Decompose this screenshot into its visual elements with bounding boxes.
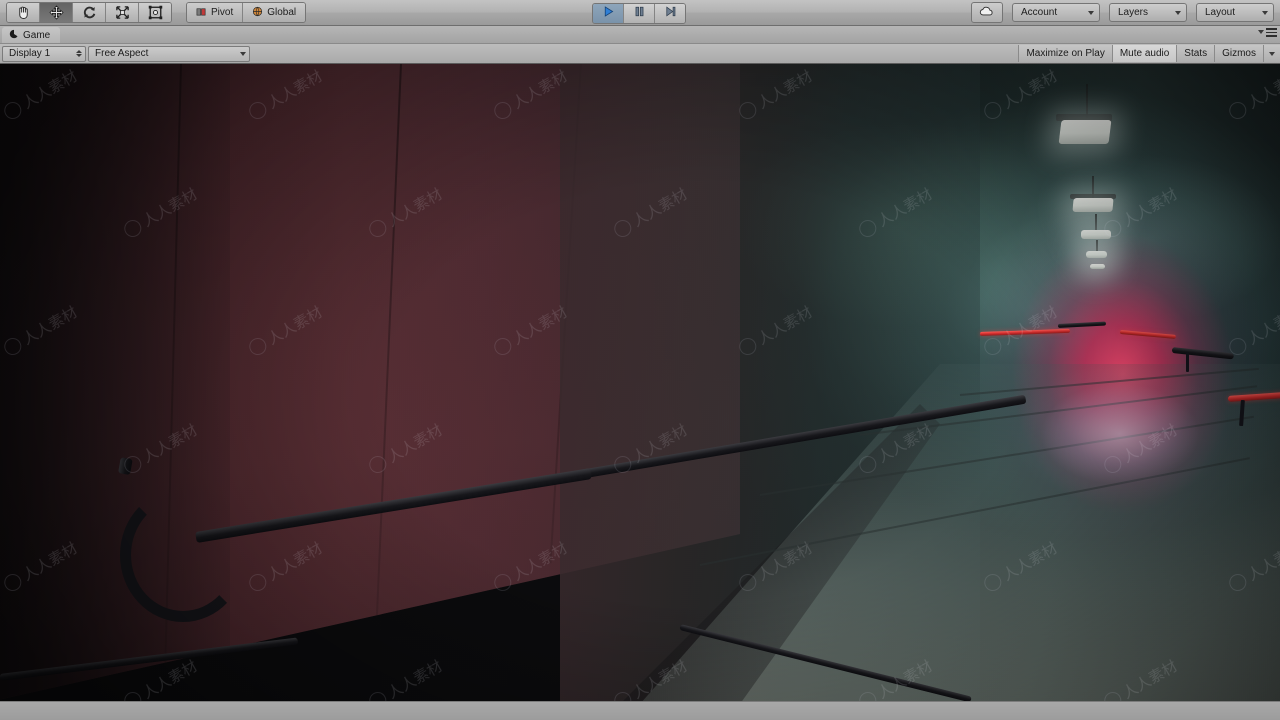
game-view-toolbar: Display 1 Free Aspect Maximize on Play M… <box>0 44 1280 64</box>
move-tool-button[interactable] <box>40 3 73 22</box>
toolbar-right-group: Account Layers Layout <box>971 2 1274 23</box>
stats-toggle[interactable]: Stats <box>1176 45 1215 62</box>
display-label: Display 1 <box>9 48 51 59</box>
stats-label: Stats <box>1184 48 1208 59</box>
hand-tool-button[interactable] <box>7 3 40 22</box>
lamp-stem <box>1096 240 1098 251</box>
watermark-ring-icon <box>1226 98 1250 123</box>
display-dropdown[interactable]: Display 1 <box>2 45 86 62</box>
gizmos-toggle[interactable]: Gizmos <box>1214 45 1263 62</box>
panel-options-button[interactable] <box>1258 28 1277 37</box>
pause-button[interactable] <box>624 4 655 23</box>
watermark-ring-icon <box>981 98 1005 123</box>
updown-arrows-icon <box>76 50 82 57</box>
handrail-pipe-curve <box>120 488 246 622</box>
transform-tools-group <box>6 2 172 23</box>
chevron-down-icon <box>240 51 246 56</box>
collab-cloud-button[interactable] <box>971 2 1003 23</box>
pivot-label: Pivot <box>211 7 234 18</box>
step-button[interactable] <box>655 4 685 23</box>
ceiling-lamp <box>1058 120 1112 144</box>
aspect-label: Free Aspect <box>95 48 149 59</box>
rotate-tool-button[interactable] <box>73 3 106 22</box>
playback-controls <box>592 3 686 24</box>
main-toolbar: Pivot Global Account Layers Layout <box>0 0 1280 26</box>
mute-audio-label: Mute audio <box>1119 48 1170 59</box>
watermark-tile-label: 人人素材 <box>999 66 1061 113</box>
maximize-on-play-label: Maximize on Play <box>1026 48 1105 59</box>
chevron-down-icon <box>1175 10 1181 15</box>
layers-dropdown[interactable]: Layers <box>1109 3 1187 22</box>
ceiling-lamp <box>1072 198 1114 212</box>
game-viewport[interactable]: 人人素材人人素材人人素材人人素材人人素材人人素材人人素材人人素材人人素材人人素材… <box>0 64 1280 704</box>
layout-label: Layout <box>1205 7 1236 18</box>
handrail-red-left <box>979 328 1071 336</box>
watermark-tile-label: 人人素材 <box>1244 66 1280 113</box>
bottom-status-bar <box>0 701 1280 720</box>
globe-icon <box>252 6 263 20</box>
watermark-tile: 人人素材 <box>1100 183 1181 242</box>
unity-editor-window: Pivot Global Account Layers Layout Game … <box>0 0 1280 720</box>
panel-tab-strip: Game <box>0 26 1280 44</box>
chevron-down-icon <box>1258 30 1264 35</box>
rect-transform-tool-button[interactable] <box>139 3 171 22</box>
rotate-icon <box>82 5 97 20</box>
watermark-ring-icon <box>981 334 1005 359</box>
tab-game-label: Game <box>23 29 51 41</box>
maximize-on-play-toggle[interactable]: Maximize on Play <box>1018 45 1112 62</box>
layers-label: Layers <box>1118 7 1149 18</box>
global-button[interactable]: Global <box>243 3 306 22</box>
lamp-stem <box>1095 214 1097 230</box>
chevron-down-icon <box>1088 10 1094 15</box>
step-icon <box>664 5 677 23</box>
pause-icon <box>633 5 646 23</box>
pivot-global-group: Pivot Global <box>186 2 307 23</box>
ceiling-lamp <box>1086 251 1107 258</box>
game-view-icon <box>9 29 19 42</box>
chevron-down-icon <box>1262 10 1268 15</box>
game-panel: Game Display 1 Free Aspect Maximize on P… <box>0 26 1280 720</box>
watermark-tile-label: 人人素材 <box>384 656 446 703</box>
tab-game[interactable]: Game <box>2 27 61 43</box>
scale-icon <box>115 5 130 20</box>
lamp-stem <box>1086 84 1088 118</box>
global-label: Global <box>267 7 297 18</box>
pivot-icon <box>196 6 207 20</box>
chevron-down-icon <box>1269 51 1275 56</box>
watermark-tile: 人人素材 <box>365 655 446 704</box>
watermark-tile: 人人素材 <box>1225 65 1280 124</box>
rect-transform-icon <box>148 5 163 20</box>
aspect-ratio-dropdown[interactable]: Free Aspect <box>88 45 250 62</box>
cloud-icon <box>979 4 995 22</box>
play-button[interactable] <box>593 4 624 23</box>
ceiling-lamp <box>1081 230 1111 239</box>
play-icon <box>602 5 615 23</box>
gizmos-label: Gizmos <box>1222 48 1256 59</box>
handrail-red-right <box>1119 330 1176 339</box>
move-icon <box>48 5 64 20</box>
fog-volume <box>1010 364 1230 504</box>
watermark-tile-label: 人人素材 <box>1119 184 1181 231</box>
watermark-tile-label: 人人素材 <box>999 302 1061 349</box>
account-dropdown[interactable]: Account <box>1012 3 1100 22</box>
mute-audio-toggle[interactable]: Mute audio <box>1111 45 1177 62</box>
scale-tool-button[interactable] <box>106 3 139 22</box>
hamburger-menu-icon <box>1266 28 1277 37</box>
watermark-tile: 人人素材 <box>980 65 1061 124</box>
handrail-dark-left <box>1057 321 1107 328</box>
watermark-tile-label: 人人素材 <box>1244 302 1280 349</box>
ceiling-lamp <box>1090 264 1105 269</box>
layout-dropdown[interactable]: Layout <box>1196 3 1274 22</box>
hand-icon <box>16 5 31 20</box>
game-toolbar-right: Maximize on Play Mute audio Stats Gizmos <box>1018 44 1280 63</box>
account-label: Account <box>1021 7 1058 18</box>
handrail-dark-right <box>1171 347 1234 360</box>
gizmos-dropdown[interactable] <box>1263 45 1280 62</box>
pivot-button[interactable]: Pivot <box>187 3 244 22</box>
wall-seam <box>375 64 402 624</box>
watermark-tile: 人人素材 <box>1225 301 1280 360</box>
handrail-post <box>1186 352 1189 372</box>
